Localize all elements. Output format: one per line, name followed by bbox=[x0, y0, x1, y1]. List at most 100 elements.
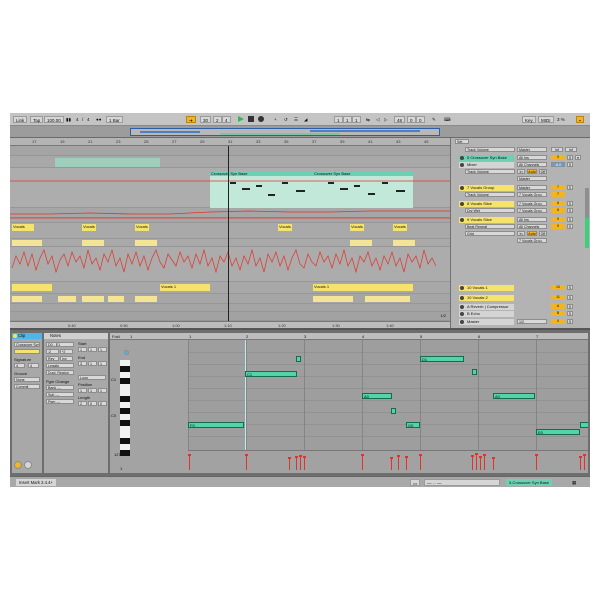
play-icon[interactable] bbox=[238, 116, 244, 122]
halve-button[interactable]: :2 bbox=[46, 349, 59, 354]
clip-activator-icon[interactable] bbox=[13, 334, 17, 338]
playhead-marker[interactable] bbox=[228, 146, 229, 321]
output-select[interactable]: Master bbox=[517, 147, 547, 152]
capture-icon[interactable]: ☰ bbox=[292, 116, 300, 123]
monitor-auto-button[interactable]: Auto bbox=[527, 169, 537, 174]
track-name[interactable]: 7 Vocals Group bbox=[459, 184, 514, 191]
automation-parameter-select[interactable]: Grid bbox=[465, 231, 515, 236]
input-channel-select[interactable]: All Channels bbox=[517, 162, 547, 167]
track-fold-icon[interactable] bbox=[460, 185, 464, 190]
output-select[interactable]: 7 Vocals Grou bbox=[517, 201, 547, 206]
program-field[interactable]: Pgm --- bbox=[46, 399, 74, 404]
track-fold-icon[interactable] bbox=[460, 201, 464, 206]
track-activator[interactable]: 11 bbox=[551, 295, 565, 300]
cue-out-select[interactable]: 1/2 bbox=[517, 319, 547, 324]
position-sixteenth[interactable]: 1 bbox=[98, 388, 107, 393]
track-activator[interactable]: 10 bbox=[551, 285, 565, 290]
stop-icon[interactable] bbox=[248, 116, 254, 122]
automation-parameter-select[interactable]: Track Volume bbox=[465, 147, 515, 152]
velocity-marker[interactable] bbox=[579, 456, 582, 470]
track-activator[interactable]: 8 bbox=[551, 201, 565, 206]
midi-note-editor[interactable]: Fold 1 1 2 3 4 5 6 7 C1 C0 127 1 F0 C1 D… bbox=[110, 333, 588, 473]
note-range-field[interactable]: D0 - E1 bbox=[46, 342, 74, 347]
track-activator[interactable]: 9 bbox=[551, 224, 565, 229]
loop-length-bar[interactable]: 48 bbox=[394, 116, 406, 123]
automation-parameter-select[interactable]: Track Volume bbox=[465, 169, 515, 174]
notes-box-header[interactable]: Notes bbox=[44, 333, 108, 339]
time-ruler[interactable]: 0:40 0:50 1:00 1:10 1:20 1:30 1:40 bbox=[10, 321, 450, 328]
track-activator[interactable]: 7 bbox=[551, 192, 565, 197]
reverse-button[interactable]: Rev bbox=[46, 356, 59, 361]
track-activator[interactable]: 8 bbox=[551, 208, 565, 213]
length-sixteenth[interactable]: 0 bbox=[98, 401, 107, 406]
solo-button[interactable]: S bbox=[567, 155, 573, 160]
midi-map-button[interactable]: MIDI bbox=[538, 116, 554, 123]
output-select[interactable]: Master bbox=[517, 176, 547, 181]
double-button[interactable]: *2 bbox=[60, 349, 73, 354]
clip-box-header[interactable]: Clip bbox=[12, 333, 42, 339]
return-track-name[interactable]: B Echo bbox=[459, 310, 514, 317]
master-volume-field[interactable]: 0 bbox=[551, 319, 565, 324]
arrangement-view[interactable]: 17 19 21 23 25 27 29 31 33 35 37 39 41 4… bbox=[10, 138, 450, 328]
midi-note[interactable]: C1 bbox=[245, 371, 297, 377]
solo-button[interactable]: S bbox=[567, 162, 573, 167]
set-button[interactable]: Set bbox=[455, 139, 469, 144]
follow-button[interactable]: ➜ bbox=[186, 116, 196, 123]
solo-button[interactable]: S bbox=[567, 217, 573, 222]
midi-note[interactable] bbox=[296, 356, 301, 362]
selected-track-name[interactable]: 5-Crossover Syn Base bbox=[506, 479, 553, 486]
arm-button-icon[interactable]: ● bbox=[575, 155, 581, 160]
clip-launch-icon[interactable] bbox=[14, 461, 22, 469]
output-select[interactable]: 7 Vocals Grou bbox=[517, 192, 547, 197]
fold-button[interactable]: Fold bbox=[112, 334, 120, 339]
midi-note[interactable] bbox=[580, 422, 588, 428]
solo-button[interactable]: S bbox=[567, 201, 573, 206]
output-select[interactable]: Master bbox=[517, 185, 547, 190]
loop-switch-icon[interactable]: ⇆ bbox=[364, 116, 372, 123]
groove-select[interactable]: None bbox=[14, 377, 40, 382]
midi-note[interactable]: F0 bbox=[188, 422, 244, 428]
velocity-marker[interactable] bbox=[245, 454, 248, 470]
track-name[interactable]: 5 Crossover Syn Base bbox=[459, 154, 514, 161]
velocity-marker[interactable] bbox=[419, 454, 422, 470]
loop-length-sixteenth[interactable]: 0 bbox=[416, 116, 425, 123]
loop-start-bar[interactable]: 1 bbox=[334, 116, 343, 123]
punch-icon[interactable]: ◢ bbox=[302, 116, 309, 123]
midi-note[interactable]: D1 bbox=[420, 356, 464, 362]
track-fold-icon[interactable] bbox=[460, 155, 464, 160]
output-select[interactable]: 7 Vocals Grou bbox=[517, 208, 547, 213]
input-select[interactable]: All Ins bbox=[517, 155, 547, 160]
velocity-marker[interactable] bbox=[188, 454, 191, 470]
automation-device-select[interactable]: Beat Repeat bbox=[465, 224, 515, 229]
automation-parameter-select[interactable]: Dry Wet bbox=[465, 208, 515, 213]
midi-note[interactable]: A0 bbox=[493, 393, 535, 399]
key-map-button[interactable]: Key bbox=[522, 116, 536, 123]
solo-button[interactable]: S bbox=[567, 185, 573, 190]
master-track-name[interactable]: Master bbox=[459, 318, 514, 325]
track-fold-icon[interactable] bbox=[460, 285, 464, 290]
track-activator[interactable]: 5 bbox=[551, 155, 565, 160]
track-activator[interactable]: B bbox=[551, 311, 565, 316]
note-grid[interactable]: F0 C1 D1 A0 A0 G0 E0 bbox=[188, 340, 588, 450]
velocity-marker[interactable] bbox=[303, 456, 306, 470]
piano-key[interactable] bbox=[120, 450, 130, 456]
arrangement-overview[interactable] bbox=[10, 126, 590, 138]
link-button[interactable]: Link bbox=[13, 116, 28, 123]
velocity-marker[interactable] bbox=[583, 454, 586, 470]
velocity-marker[interactable] bbox=[299, 455, 302, 470]
tempo-nudge-icon[interactable]: ▮▮ bbox=[64, 116, 73, 123]
insert-marker[interactable] bbox=[245, 340, 246, 450]
tempo-field[interactable]: 100.00 bbox=[44, 116, 64, 123]
midi-note[interactable]: E0 bbox=[536, 429, 580, 435]
track-fold-icon[interactable] bbox=[460, 295, 464, 300]
detail-scroll-bar[interactable]: — ·· — bbox=[424, 479, 500, 486]
track-activator[interactable]: A bbox=[551, 304, 565, 309]
legato-button[interactable]: Legato bbox=[46, 363, 74, 368]
position-beat[interactable]: 2 bbox=[213, 116, 222, 123]
solo-button[interactable]: S bbox=[567, 285, 573, 290]
track-fold-icon[interactable] bbox=[460, 311, 464, 316]
punch-in-icon[interactable]: ◁ bbox=[374, 116, 381, 123]
length-beat[interactable]: 0 bbox=[88, 401, 97, 406]
input-select[interactable]: All Ins bbox=[517, 217, 547, 222]
track-name[interactable]: 10 Vocals 2 bbox=[459, 294, 514, 301]
